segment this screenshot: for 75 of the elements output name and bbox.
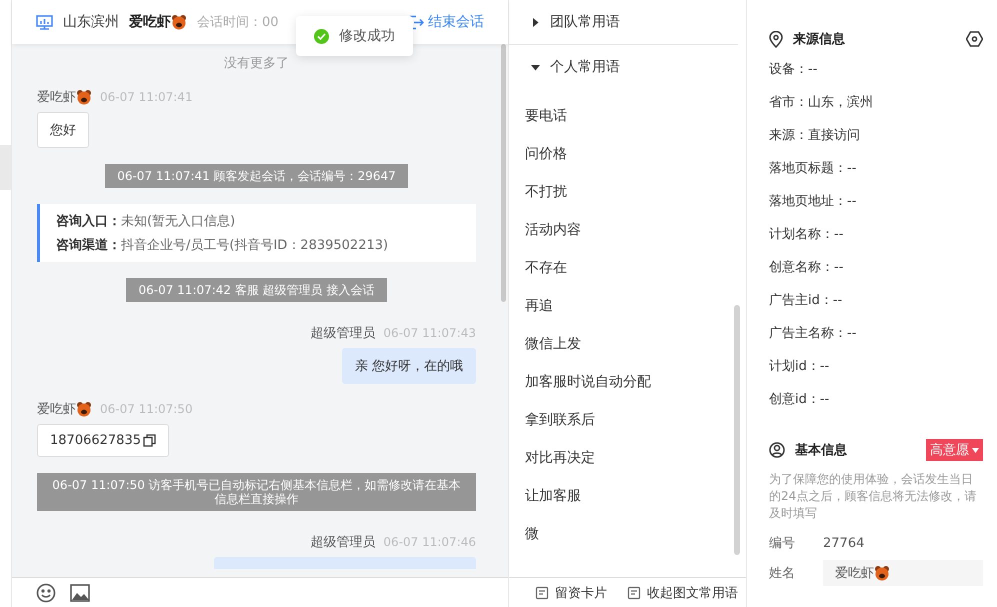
phrase-item[interactable]: 活动内容	[525, 211, 746, 249]
sender-name: 爱吃虾	[37, 88, 92, 106]
section-title: 来源信息	[793, 31, 845, 48]
message-time: 06-07 11:07:41	[100, 90, 193, 104]
phrase-group-header[interactable]: 团队常用语	[509, 0, 738, 45]
hexagon-settings-icon[interactable]	[966, 31, 983, 47]
consult-info-text: 咨询渠道：抖音企业号/员工号(抖音号ID：2839502213)	[56, 236, 390, 254]
phrase-item[interactable]: 不存在	[525, 249, 746, 287]
source-field: 省市：山东，滨州	[769, 85, 983, 118]
bear-face-icon	[76, 401, 92, 417]
source-field: 广告主名称：--	[769, 316, 983, 349]
phrase-item[interactable]: 不打扰	[525, 173, 746, 211]
image-icon[interactable]	[70, 584, 90, 602]
visitor-location: 山东滨州	[63, 13, 119, 31]
intent-tag-dropdown[interactable]: 高意愿	[926, 439, 983, 461]
phrase-item[interactable]: 再追	[525, 287, 746, 325]
message-time: 06-07 11:07:46	[383, 535, 476, 549]
section-title: 基本信息	[795, 442, 847, 459]
phrase-item[interactable]: 问价格	[525, 135, 746, 173]
scrollbar-thumb[interactable]	[734, 305, 740, 555]
system-message: 06-07 11:07:42 客服 超级管理员 接入会话	[126, 278, 387, 302]
field-label: 编号	[769, 535, 796, 552]
phrase-item[interactable]: 让加客服	[525, 477, 746, 515]
message-bubble: 您好	[37, 112, 89, 148]
sender-name: 超级管理员	[310, 325, 376, 342]
visitor-name: 爱吃虾	[129, 13, 187, 31]
sender-name: 爱吃虾	[37, 400, 92, 418]
caret-right-icon	[531, 18, 540, 26]
consult-info-text: 咨询入口：未知(暂无入口信息)	[56, 212, 236, 230]
monitor-icon	[36, 14, 53, 30]
phrase-group-header[interactable]: 个人常用语	[509, 45, 738, 89]
phrase-item[interactable]: 微信上发	[525, 325, 746, 363]
bear-face-icon	[874, 565, 890, 581]
field-value: 27764	[823, 536, 864, 550]
message-bubble: 18706627835	[37, 424, 169, 457]
copy-icon[interactable]	[142, 434, 156, 447]
source-field: 落地页标题：--	[769, 151, 983, 184]
source-field: 设备：--	[769, 52, 983, 85]
message-bubble: 亲 您好呀，在的哦	[342, 348, 476, 384]
source-field: 创意id：--	[769, 382, 983, 415]
message-time: 06-07 11:07:43	[383, 326, 476, 340]
check-circle-icon	[314, 28, 329, 44]
footer-button[interactable]: 收起图文常用语	[627, 584, 738, 602]
source-field: 落地页地址：--	[769, 184, 983, 217]
source-field: 广告主id：--	[769, 283, 983, 316]
source-field: 计划名称：--	[769, 217, 983, 250]
caret-down-icon	[531, 62, 540, 72]
document-icon	[535, 586, 549, 600]
location-pin-icon	[769, 30, 783, 48]
caret-down-icon	[972, 448, 979, 452]
field-label: 姓名	[769, 565, 796, 582]
edit-notice: 为了保障您的使用体验，会话发生当日的24点之后，顾客信息将无法修改，请及时填写	[769, 471, 978, 522]
phrase-item[interactable]: 要电话	[525, 97, 746, 135]
source-field: 计划id：--	[769, 349, 983, 382]
phrase-item[interactable]: 拿到联系后	[525, 401, 746, 439]
name-input-field[interactable]: 爱吃虾	[823, 560, 983, 586]
source-field: 来源：直接访问	[769, 118, 983, 151]
phrase-item[interactable]: 加客服时说自动分配	[525, 363, 746, 401]
toast-text: 修改成功	[339, 27, 395, 45]
sender-name: 超级管理员	[310, 534, 376, 551]
system-message: 06-07 11:07:41 顾客发起会话，会话编号：29647	[105, 164, 408, 188]
bear-face-icon	[171, 14, 187, 30]
phrase-item[interactable]: 微	[525, 515, 746, 553]
footer-button[interactable]: 留资卡片	[535, 584, 607, 602]
scrollbar-thumb[interactable]	[501, 44, 506, 302]
bear-face-icon	[76, 89, 92, 105]
smiley-icon[interactable]	[36, 582, 56, 602]
system-message: 06-07 11:07:50 访客手机号已自动标记右侧基本信息栏，如需修改请在基本信息栏直接操作	[37, 473, 476, 511]
session-time: 会话时间：00	[197, 14, 279, 31]
user-circle-icon	[769, 442, 785, 458]
message-time: 06-07 11:07:50	[100, 402, 193, 416]
source-field: 创意名称：--	[769, 250, 983, 283]
document-icon	[627, 586, 641, 600]
phrase-item[interactable]: 对比再决定	[525, 439, 746, 477]
no-more-notice: 没有更多了	[223, 55, 290, 72]
